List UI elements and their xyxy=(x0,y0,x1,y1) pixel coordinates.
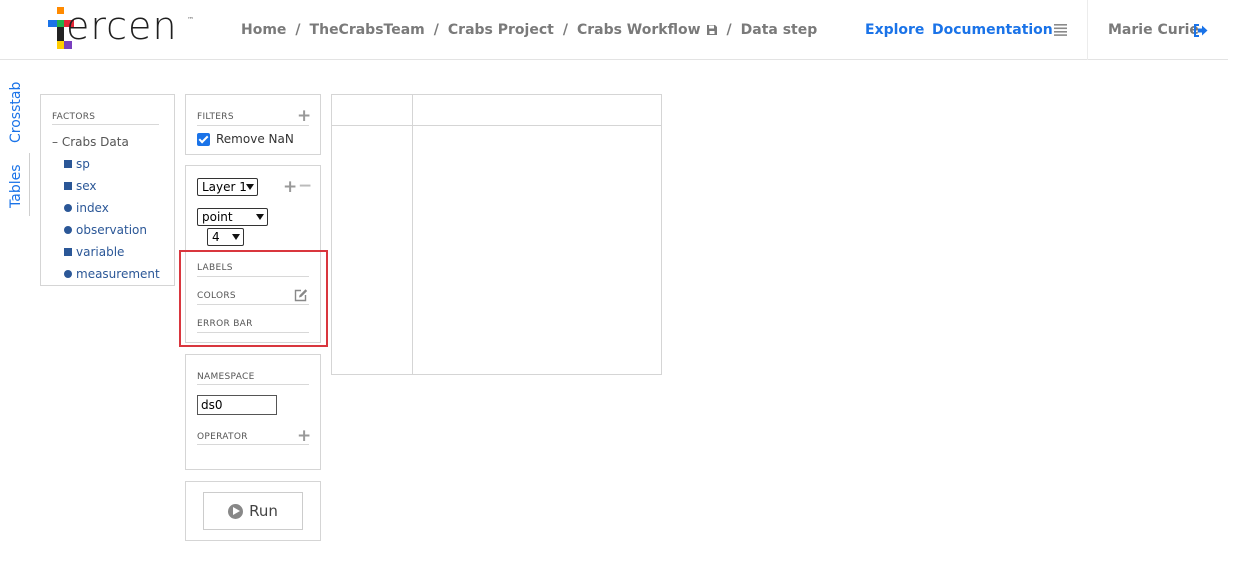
factor-observation[interactable]: observation xyxy=(64,223,147,237)
remove-nan-label: Remove NaN xyxy=(216,132,294,146)
run-panel: Run xyxy=(185,481,321,541)
filters-panel: FILTERS + Remove NaN xyxy=(185,94,321,155)
grid-row-divider xyxy=(332,125,661,126)
breadcrumb-project[interactable]: Crabs Project xyxy=(448,22,554,38)
namespace-panel: NAMESPACE ds0 OPERATOR + xyxy=(185,354,321,470)
factor-square-icon xyxy=(64,248,72,256)
layer-select-value: Layer 1 xyxy=(202,180,247,194)
breadcrumb-separator: / xyxy=(295,22,301,38)
logout-icon[interactable] xyxy=(1194,24,1208,37)
add-layer-icon[interactable]: + xyxy=(283,179,297,196)
factor-label: sp xyxy=(76,157,90,171)
factor-circle-icon xyxy=(64,204,72,212)
save-icon[interactable] xyxy=(706,24,718,36)
factor-square-icon xyxy=(64,160,72,168)
explore-link[interactable]: Explore xyxy=(865,22,924,38)
factor-variable[interactable]: variable xyxy=(64,245,124,259)
operator-divider xyxy=(197,444,309,445)
menu-icon[interactable] xyxy=(1054,23,1067,36)
factor-label: measurement xyxy=(76,267,160,281)
factor-circle-icon xyxy=(64,226,72,234)
geom-select[interactable]: point xyxy=(197,208,268,226)
size-select[interactable]: 4 xyxy=(207,228,244,246)
factors-title: FACTORS xyxy=(52,112,96,122)
filters-title: FILTERS xyxy=(197,112,234,122)
grid-column-divider xyxy=(412,95,413,374)
chevron-down-icon xyxy=(246,184,254,190)
run-button[interactable]: Run xyxy=(203,492,303,530)
factors-divider xyxy=(52,124,159,125)
chevron-down-icon xyxy=(232,234,240,240)
crosstab-grid[interactable] xyxy=(331,94,662,375)
remove-layer-icon[interactable]: − xyxy=(298,178,312,195)
breadcrumb-separator: / xyxy=(562,22,568,38)
factors-panel: FACTORS – Crabs Data sp sex index observ… xyxy=(40,94,175,286)
user-name[interactable]: Marie Curie xyxy=(1108,22,1199,38)
header-divider xyxy=(1087,0,1088,60)
factor-label: index xyxy=(76,201,109,215)
run-label: Run xyxy=(249,502,278,520)
add-operator-icon[interactable]: + xyxy=(297,428,311,445)
breadcrumb-workflow[interactable]: Crabs Workflow xyxy=(577,22,701,38)
play-icon xyxy=(228,503,244,519)
breadcrumb-step[interactable]: Data step xyxy=(741,22,818,38)
filters-divider xyxy=(197,125,309,126)
factor-label: observation xyxy=(76,223,147,237)
breadcrumb-separator: / xyxy=(726,22,732,38)
active-tab-indicator xyxy=(29,153,30,216)
factor-square-icon xyxy=(64,182,72,190)
tree-root-crabs-data[interactable]: – Crabs Data xyxy=(52,135,129,149)
breadcrumb-separator: / xyxy=(433,22,439,38)
factor-measurement[interactable]: measurement xyxy=(64,267,160,281)
documentation-link[interactable]: Documentation xyxy=(932,22,1053,38)
factor-index[interactable]: index xyxy=(64,201,109,215)
factor-sex[interactable]: sex xyxy=(64,179,97,193)
breadcrumb-team[interactable]: TheCrabsTeam xyxy=(310,22,425,38)
namespace-input[interactable]: ds0 xyxy=(197,395,277,415)
factor-label: variable xyxy=(76,245,125,259)
chevron-down-icon xyxy=(256,214,264,220)
factor-sp[interactable]: sp xyxy=(64,157,90,171)
remove-nan-checkbox[interactable] xyxy=(197,133,210,146)
highlight-box xyxy=(179,250,328,347)
layer-select[interactable]: Layer 1 xyxy=(197,178,258,196)
tab-crosstab[interactable]: Crosstab xyxy=(8,82,24,143)
factor-label: sex xyxy=(76,179,97,193)
size-select-value: 4 xyxy=(212,230,220,244)
operator-title: OPERATOR xyxy=(197,432,248,442)
tab-tables[interactable]: Tables xyxy=(8,165,24,209)
namespace-title: NAMESPACE xyxy=(197,372,255,382)
logo-text[interactable]: ercen xyxy=(66,6,178,46)
add-filter-icon[interactable]: + xyxy=(297,108,311,125)
logo-trademark: ™ xyxy=(187,16,194,24)
breadcrumb-home[interactable]: Home xyxy=(241,22,286,38)
geom-select-value: point xyxy=(202,210,233,224)
factor-circle-icon xyxy=(64,270,72,278)
breadcrumb: Home / TheCrabsTeam / Crabs Project / Cr… xyxy=(241,22,817,38)
top-header: ercen ™ Home / TheCrabsTeam / Crabs Proj… xyxy=(0,0,1228,60)
namespace-divider xyxy=(197,384,309,385)
